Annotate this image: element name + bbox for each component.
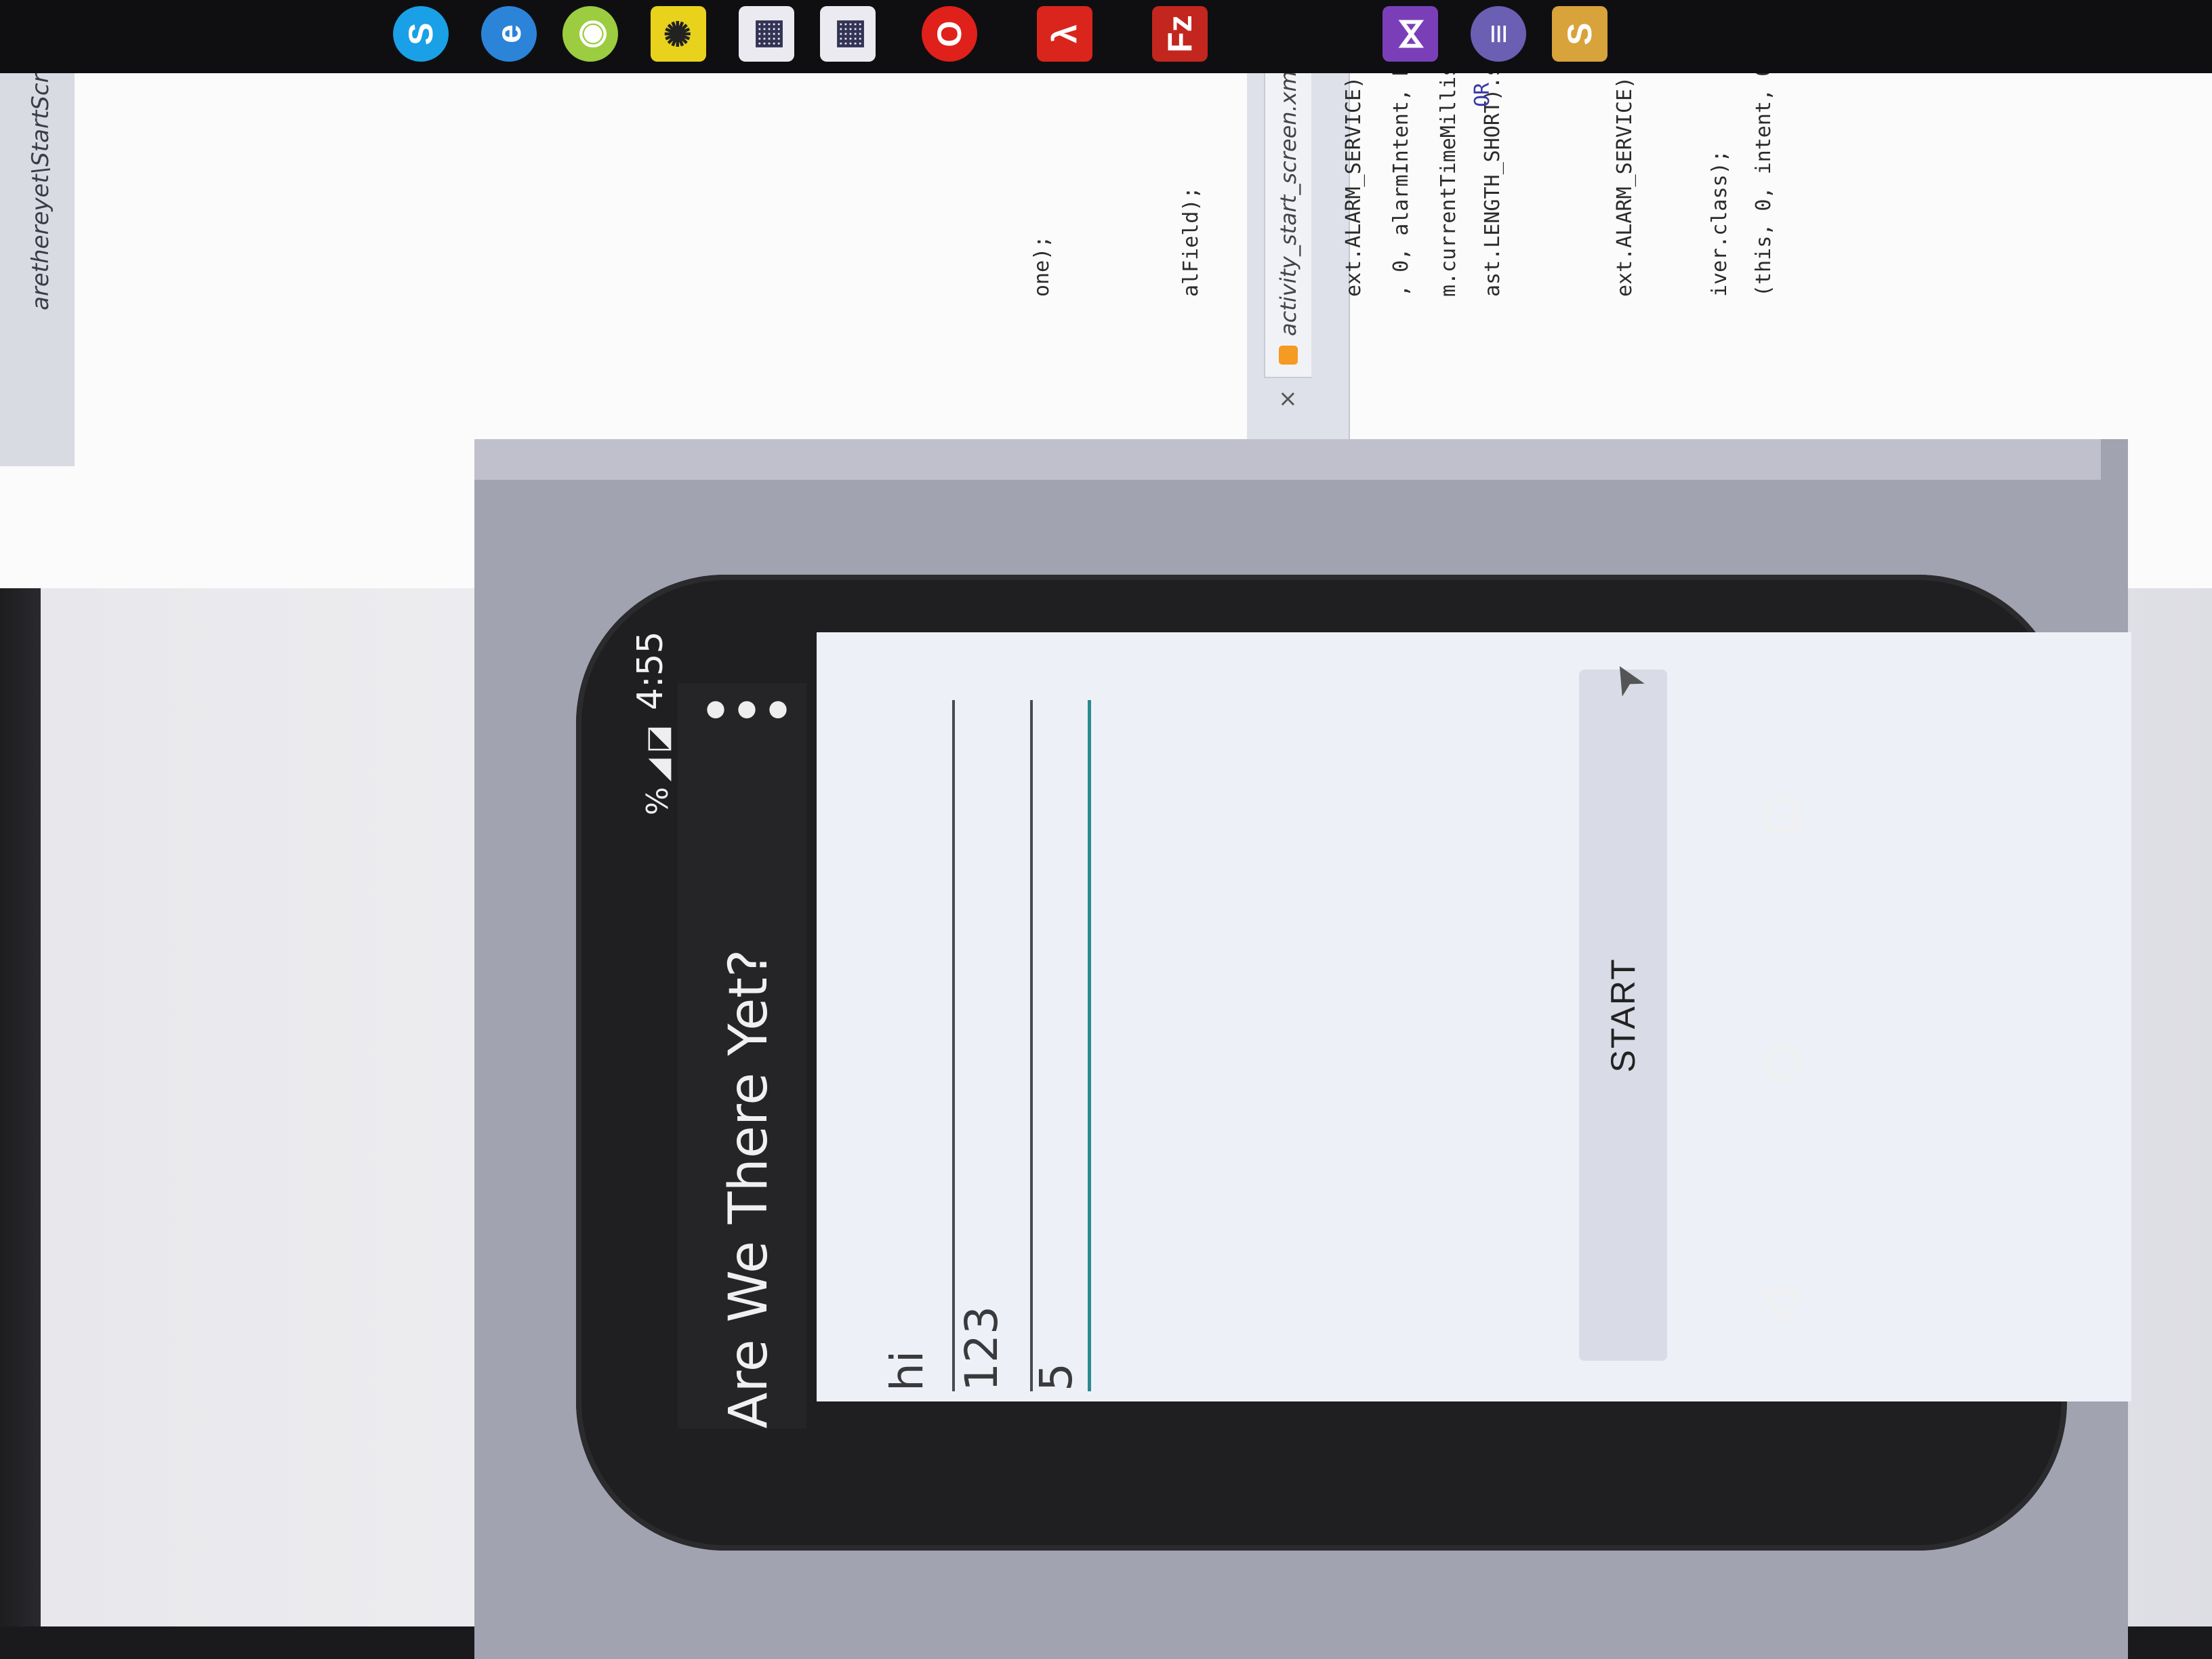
back-nav-button[interactable] (1748, 1273, 1816, 1340)
code-line: alField); (1179, 186, 1203, 297)
calendar-icon-2[interactable]: ▦ (739, 6, 794, 62)
s-app-icon[interactable]: S (1552, 6, 1607, 62)
start-button[interactable]: START (1579, 670, 1667, 1361)
home-circle-icon (1764, 1044, 1801, 1081)
atom-icon[interactable]: ✺ (651, 6, 706, 62)
opera-icon[interactable]: O (922, 6, 977, 62)
rotated-screen: arethereyet\StartScreen.java Andr × acti… (0, 0, 2212, 1659)
visual-studio-icon[interactable]: ⋈ (1382, 6, 1438, 62)
home-nav-button[interactable] (1748, 1029, 1816, 1097)
text-field-3-value[interactable]: 5 (1030, 1363, 1082, 1391)
code-line: one); (1030, 235, 1054, 297)
code-line: ext.ALARM_SERVICE); (1342, 64, 1366, 297)
app-content (817, 632, 2131, 1401)
code-line: ext.ALARM_SERVICE); (1613, 64, 1637, 297)
emulator-title-bar (474, 439, 2101, 480)
status-time: 4:55 (630, 631, 671, 710)
filezilla-icon[interactable]: Fz (1152, 6, 1208, 62)
ie-icon[interactable]: e (481, 6, 537, 62)
text-field-1-value[interactable]: hi (881, 1351, 933, 1391)
xml-file-icon (1279, 346, 1298, 365)
skype-icon[interactable]: S (393, 6, 449, 62)
code-line: (this, 0, intent, 0); (1752, 39, 1776, 297)
stripe-app-icon[interactable]: ≡ (1471, 6, 1526, 62)
recents-square-icon (1765, 798, 1799, 832)
text-field-1-underline (952, 700, 955, 1391)
back-triangle-icon (1761, 1291, 1803, 1324)
status-icons: %◢◪ (640, 719, 675, 815)
recents-nav-button[interactable] (1748, 781, 1816, 849)
windows-taskbar (0, 0, 2212, 73)
code-line: iver.class); (1708, 150, 1732, 297)
tab-label: activity_start_screen.xml (1275, 64, 1301, 336)
android-icon[interactable]: ◉ (562, 6, 618, 62)
close-tab-icon[interactable]: × (1274, 390, 1301, 409)
acrobat-icon[interactable]: λ (1037, 6, 1092, 62)
overflow-menu-icon[interactable]: ••• (700, 682, 794, 739)
text-field-2-value[interactable]: 123 (956, 1306, 1008, 1391)
app-title: Are We There Yet? (718, 949, 779, 1429)
text-field-3-underline-focused (1088, 700, 1091, 1391)
text-field-2-underline (1030, 700, 1033, 1391)
calendar-icon[interactable]: ▦ (820, 6, 876, 62)
